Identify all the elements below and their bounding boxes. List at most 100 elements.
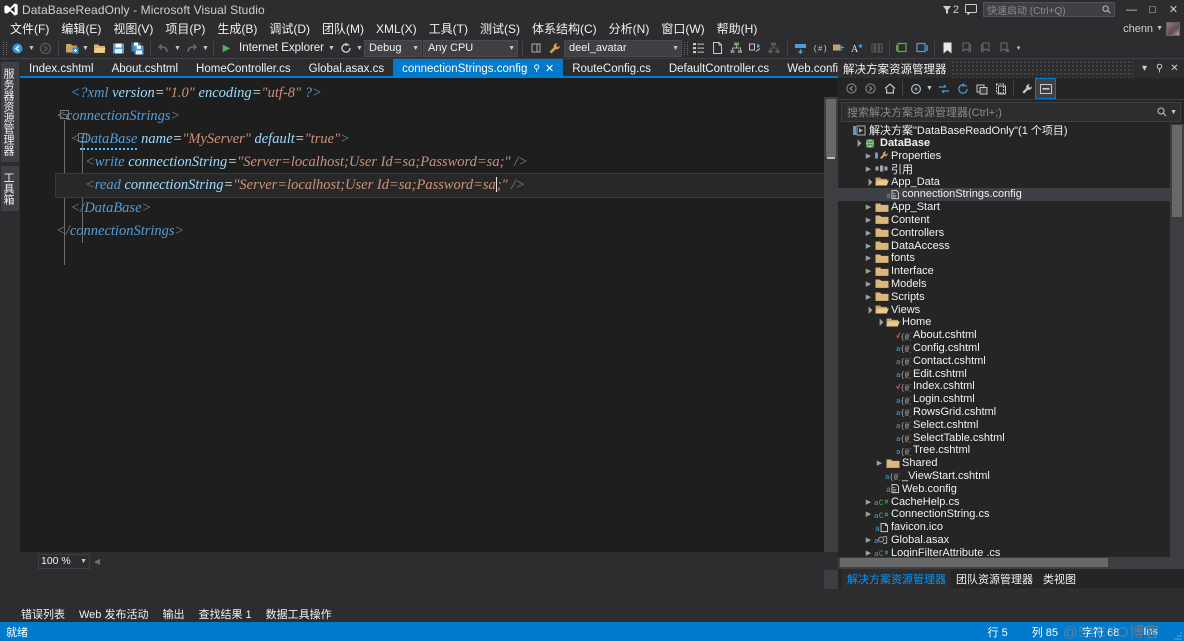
tab-find-results-1[interactable]: 查找结果 1	[191, 606, 258, 622]
close-icon[interactable]: ✕	[545, 62, 554, 75]
start-debug-target-label[interactable]: Internet Explorer	[236, 42, 327, 54]
menu-window[interactable]: 窗口(W)	[655, 18, 710, 39]
tree-item[interactable]: {@}About.cshtml	[838, 329, 1170, 342]
tree-item[interactable]: ▶Models	[838, 278, 1170, 291]
tree-item[interactable]: ▶引用	[838, 162, 1170, 175]
tree-item[interactable]: a{@}_ViewStart.cshtml	[838, 470, 1170, 483]
sidebar-item-server-explorer[interactable]: 服务器资源管理器	[1, 62, 19, 162]
tree-item[interactable]: ◢Views	[838, 303, 1170, 316]
tree-item[interactable]: a{@}Config.cshtml	[838, 342, 1170, 355]
chevron-right-icon[interactable]: ▶	[863, 498, 874, 506]
menu-build[interactable]: 生成(B)	[211, 18, 263, 39]
insert-snippet-icon[interactable]	[791, 39, 810, 58]
solution-explorer-search-input[interactable]: 搜索解决方案资源管理器(Ctrl+;) ▼	[841, 102, 1181, 122]
code-line[interactable]: </DataBase>	[56, 197, 824, 220]
tree-item[interactable]: a{@}Tree.cshtml	[838, 444, 1170, 457]
feedback-smiley-icon[interactable]	[965, 4, 977, 15]
chevron-down-icon[interactable]: ▾	[1137, 60, 1152, 77]
chevron-right-icon[interactable]: ▶	[863, 242, 874, 250]
show-all-files-icon[interactable]	[991, 79, 1010, 98]
menu-team[interactable]: 团队(M)	[316, 18, 370, 39]
refresh-icon[interactable]	[336, 39, 355, 58]
solution-explorer-horizontal-scrollbar[interactable]	[838, 557, 1184, 569]
tree-item[interactable]: a{@}Select.cshtml	[838, 418, 1170, 431]
open-file-icon[interactable]	[90, 39, 109, 58]
code-line[interactable]: <?xml version="1.0" encoding="utf-8" ?>	[56, 82, 824, 105]
chevron-down-icon[interactable]: ▼	[1167, 109, 1177, 116]
resize-grip[interactable]	[1170, 622, 1184, 641]
tree-item[interactable]: a{@}RowsGrid.cshtml	[838, 406, 1170, 419]
tree-item[interactable]: ▶Controllers	[838, 226, 1170, 239]
start-debug-play-icon[interactable]: ▶	[217, 39, 236, 58]
tab-class-view[interactable]: 类视图	[1038, 569, 1081, 589]
save-icon[interactable]	[109, 39, 128, 58]
code-editor[interactable]: − − <?xml version="1.0" encoding="utf-8"…	[20, 78, 838, 570]
tree-item[interactable]: a{@}Login.cshtml	[838, 393, 1170, 406]
tree-item[interactable]: aWeb.config	[838, 482, 1170, 495]
tree-item[interactable]: ▶App_Start	[838, 201, 1170, 214]
pending-changes-icon[interactable]	[906, 79, 925, 98]
menu-tools[interactable]: 工具(T)	[423, 18, 474, 39]
menu-xml[interactable]: XML(X)	[370, 20, 423, 38]
code-line[interactable]: <read connectionString="Server=localhost…	[56, 174, 824, 197]
uncomment-selection-icon[interactable]	[829, 39, 848, 58]
home-icon[interactable]	[880, 79, 899, 98]
chevron-right-icon[interactable]: ▶	[863, 216, 874, 224]
attach-to-process-icon[interactable]	[526, 39, 545, 58]
scroll-left-icon[interactable]: ◀	[90, 554, 104, 568]
chevron-right-icon[interactable]: ▶	[863, 549, 874, 557]
increase-font-icon[interactable]: A	[848, 39, 867, 58]
chevron-right-icon[interactable]: ▶	[863, 254, 874, 262]
menu-file[interactable]: 文件(F)	[4, 18, 55, 39]
save-all-icon[interactable]	[128, 39, 147, 58]
tree-item[interactable]: ◢App_Data	[838, 175, 1170, 188]
new-project-icon[interactable]	[62, 39, 81, 58]
document-outline-icon[interactable]	[708, 39, 727, 58]
code-text[interactable]: <?xml version="1.0" encoding="utf-8" ?><…	[56, 82, 824, 243]
wrench-icon[interactable]	[545, 39, 564, 58]
tree-item[interactable]: ▶Properties	[838, 150, 1170, 163]
toolbar-overflow-icon[interactable]: ▾	[1014, 39, 1023, 58]
refresh-icon[interactable]	[953, 79, 972, 98]
scrollbar-thumb[interactable]	[826, 99, 836, 157]
menu-analyze[interactable]: 分析(N)	[603, 18, 656, 39]
close-icon[interactable]: ✕	[1167, 60, 1182, 77]
solution-tree[interactable]: 解决方案"DataBaseReadOnly"(1 个项目)◢DataBase▶P…	[838, 124, 1170, 564]
collapse-all-icon[interactable]	[972, 79, 991, 98]
tree-item[interactable]: a{@}Edit.cshtml	[838, 367, 1170, 380]
start-debug-dropdown[interactable]: ▼	[327, 39, 336, 58]
menu-architecture[interactable]: 体系结构(C)	[526, 18, 603, 39]
editor-vertical-scrollbar[interactable]	[824, 97, 838, 589]
chevron-right-icon[interactable]: ▶	[874, 459, 885, 467]
panel-drag-area[interactable]	[951, 59, 1134, 78]
sync-with-document-icon[interactable]	[934, 79, 953, 98]
editor-zoom-control[interactable]: 100 % ▼	[38, 554, 90, 569]
menu-test[interactable]: 测试(S)	[474, 18, 526, 39]
tree-item[interactable]: ▶aGlobal.asax	[838, 534, 1170, 547]
chevron-right-icon[interactable]: ▶	[863, 203, 874, 211]
tree-item-selected[interactable]: aconnectionStrings.config	[838, 188, 1170, 201]
menu-project[interactable]: 项目(P)	[159, 18, 211, 39]
menu-edit[interactable]: 编辑(E)	[55, 18, 107, 39]
solution-configuration-combo[interactable]: Debug ▼	[364, 40, 422, 57]
preview-selected-items-icon[interactable]	[1036, 79, 1055, 98]
pending-changes-dropdown[interactable]: ▼	[925, 79, 934, 98]
tab-error-list[interactable]: 错误列表	[14, 606, 72, 622]
forward-icon[interactable]	[861, 79, 880, 98]
menu-debug[interactable]: 调试(D)	[263, 18, 316, 39]
tree-item[interactable]: ▶Interface	[838, 265, 1170, 278]
back-icon[interactable]	[842, 79, 861, 98]
chevron-right-icon[interactable]: ▶	[863, 293, 874, 301]
tab-data-tools-operations[interactable]: 数据工具操作	[259, 606, 339, 622]
pin-icon[interactable]: ⚲	[1152, 60, 1167, 77]
chevron-right-icon[interactable]: ▶	[863, 536, 874, 544]
chevron-right-icon[interactable]: ▶	[863, 152, 874, 160]
tree-item[interactable]: afavicon.ico	[838, 521, 1170, 534]
tree-item[interactable]: 解决方案"DataBaseReadOnly"(1 个项目)	[838, 124, 1170, 137]
close-button[interactable]: ✕	[1163, 0, 1184, 19]
code-line[interactable]: <connectionStrings>	[56, 105, 824, 128]
editor-gutter[interactable]	[20, 78, 56, 570]
navigate-back-dropdown[interactable]: ▼	[27, 39, 36, 58]
properties-wrench-icon[interactable]	[1017, 79, 1036, 98]
pin-icon[interactable]: ⚲	[533, 63, 540, 74]
